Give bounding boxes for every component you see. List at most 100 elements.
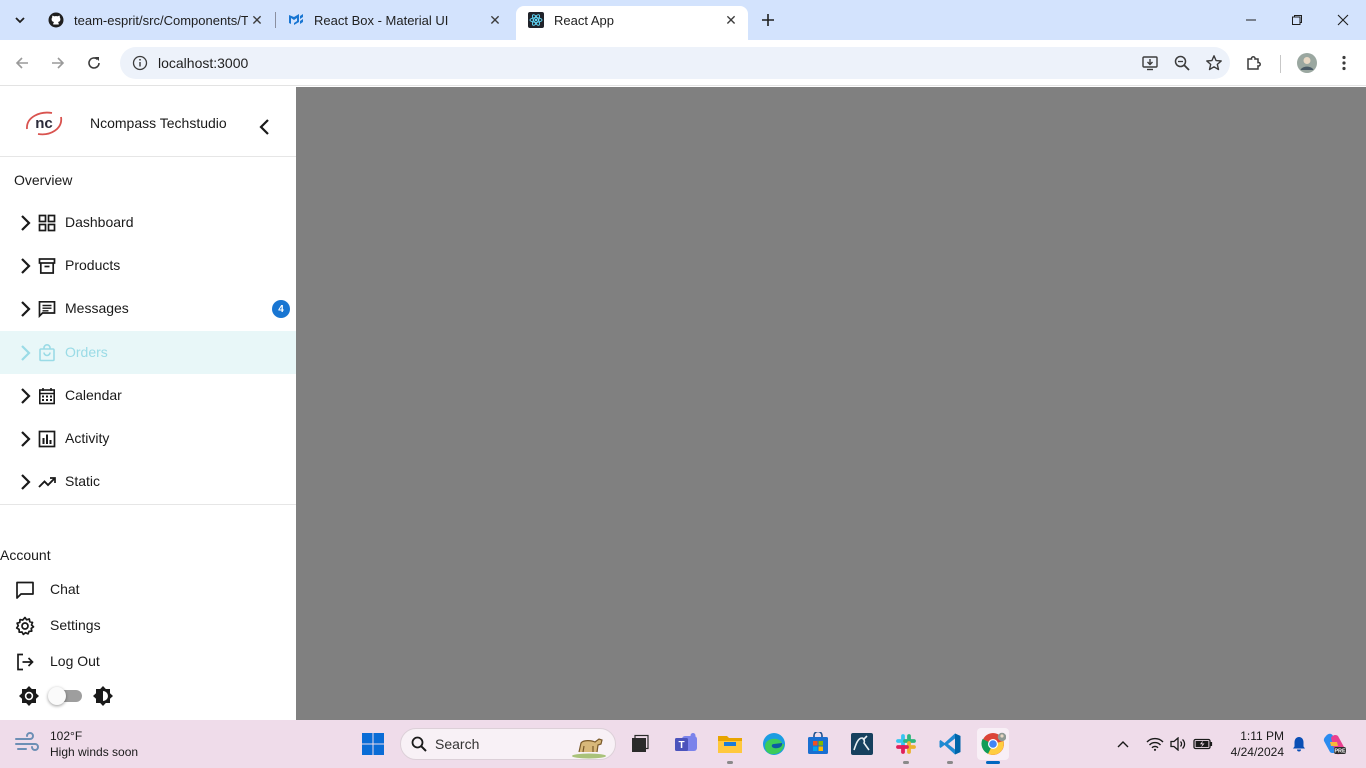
chat-bubble-icon	[15, 580, 35, 600]
nav-item-activity[interactable]: Activity	[0, 417, 296, 460]
teams-icon[interactable]: T	[670, 728, 702, 760]
running-indicator	[947, 761, 953, 764]
nav-item-messages[interactable]: Messages 4	[0, 287, 296, 330]
wifi-icon[interactable]	[1143, 728, 1167, 760]
slack-icon[interactable]	[890, 728, 922, 764]
microsoft-store-icon[interactable]	[802, 728, 834, 760]
windows-taskbar: 102°F High winds soon Search T 1:11 PM 4…	[0, 720, 1366, 768]
copilot-icon[interactable]: PRE	[1320, 728, 1348, 760]
taskbar-clock[interactable]: 1:11 PM 4/24/2024	[1222, 728, 1284, 760]
nav-item-static[interactable]: Static	[0, 460, 296, 503]
start-windows-icon[interactable]	[357, 728, 389, 760]
sidebar-drawer: nc Ncompass Techstudio Overview Dashboar…	[0, 87, 296, 720]
sidebar-brand: nc Ncompass Techstudio	[0, 87, 296, 157]
nav-item-label: Products	[65, 257, 121, 273]
taskbar-search-box[interactable]: Search	[400, 728, 616, 760]
chevron-right-icon	[15, 429, 35, 449]
edge-browser-icon[interactable]	[758, 728, 790, 760]
toolbar-divider	[1280, 55, 1281, 73]
vscode-icon[interactable]	[934, 728, 966, 764]
chevron-right-icon	[15, 343, 35, 363]
profile-avatar[interactable]	[1294, 50, 1320, 76]
url-text[interactable]: localhost:3000	[158, 55, 248, 71]
chevron-right-icon	[15, 256, 35, 276]
volume-speaker-icon[interactable]	[1167, 728, 1189, 760]
windy-weather-icon	[14, 731, 40, 758]
account-item-chat[interactable]: Chat	[0, 572, 296, 608]
account-section-title: Account	[0, 547, 51, 563]
sidebar-divider	[0, 504, 296, 505]
light-mode-sun-icon	[18, 685, 40, 707]
tab-react-app[interactable]: React App ✕	[516, 6, 748, 40]
minimize-window-icon[interactable]	[1228, 0, 1274, 40]
reload-icon[interactable]	[81, 50, 107, 76]
tab-search-chevron-icon[interactable]	[6, 6, 34, 34]
logout-icon	[15, 652, 35, 672]
nav-item-label: Activity	[65, 430, 110, 446]
nav-item-label: Dashboard	[65, 214, 134, 230]
nav-item-products[interactable]: Products	[0, 244, 296, 287]
theme-toggle-switch[interactable]	[48, 687, 82, 705]
dark-mode-icon	[92, 685, 114, 707]
show-hidden-icons-chevron-icon[interactable]	[1112, 728, 1134, 760]
taskbar-search-label: Search	[435, 736, 480, 752]
overview-section-title: Overview	[14, 172, 73, 188]
bar-chart-icon	[37, 429, 57, 449]
file-explorer-icon[interactable]	[714, 728, 746, 764]
nav-item-label: Static	[65, 473, 101, 489]
browser-toolbar: localhost:3000	[0, 40, 1366, 86]
account-item-label: Settings	[50, 617, 101, 633]
close-tab-icon[interactable]: ✕	[486, 11, 504, 29]
battery-charging-icon[interactable]	[1191, 728, 1215, 760]
nav-item-dashboard[interactable]: Dashboard	[0, 201, 296, 244]
dashboard-grid-icon	[37, 213, 57, 233]
task-view-icon[interactable]	[624, 728, 656, 760]
chevron-right-icon	[15, 386, 35, 406]
new-tab-plus-icon[interactable]	[756, 8, 780, 32]
bookmark-star-icon[interactable]	[1198, 54, 1230, 72]
zoom-icon[interactable]	[1166, 54, 1198, 72]
back-arrow-icon[interactable]	[9, 50, 35, 76]
archive-box-icon	[37, 256, 57, 276]
close-tab-icon[interactable]: ✕	[248, 11, 266, 29]
search-highlight-dog-icon	[569, 731, 609, 759]
chevron-right-icon	[15, 299, 35, 319]
site-info-icon[interactable]	[122, 55, 158, 71]
tab-material-ui[interactable]: React Box - Material UI ✕	[276, 6, 512, 34]
tab-github[interactable]: team-esprit/src/Components/T ✕	[36, 6, 274, 34]
react-icon	[528, 12, 544, 28]
brand-logo: nc	[18, 101, 70, 145]
theme-toggle-row	[0, 683, 296, 713]
install-app-icon[interactable]	[1134, 54, 1166, 72]
account-item-label: Chat	[50, 581, 80, 597]
weather-widget[interactable]: 102°F High winds soon	[14, 726, 138, 762]
close-window-icon[interactable]	[1320, 0, 1366, 40]
notification-bell-icon[interactable]	[1288, 728, 1310, 760]
mui-icon	[288, 12, 304, 28]
address-bar[interactable]: localhost:3000	[120, 47, 1230, 79]
github-icon	[48, 12, 64, 28]
switch-thumb[interactable]	[48, 687, 66, 705]
account-item-logout[interactable]: Log Out	[0, 644, 296, 680]
chevron-right-icon	[15, 213, 35, 233]
nav-item-calendar[interactable]: Calendar	[0, 374, 296, 417]
browser-menu-icon[interactable]	[1331, 50, 1357, 76]
page-backdrop-overlay[interactable]: nc Ncompass Techstudio Overview Dashboar…	[0, 87, 1366, 720]
calendar-icon	[37, 386, 57, 406]
account-item-settings[interactable]: Settings	[0, 608, 296, 644]
tab-title: team-esprit/src/Components/T	[74, 12, 248, 28]
forward-arrow-icon[interactable]	[45, 50, 71, 76]
running-indicator	[903, 761, 909, 764]
account-item-label: Log Out	[50, 653, 100, 669]
mysql-workbench-icon[interactable]	[846, 728, 878, 760]
restore-window-icon[interactable]	[1274, 0, 1320, 40]
svg-text:T: T	[678, 740, 684, 751]
svg-text:PRE: PRE	[1334, 749, 1346, 755]
extensions-puzzle-icon[interactable]	[1241, 50, 1267, 76]
collapse-chevron-left-icon[interactable]	[252, 115, 276, 139]
clock-time: 1:11 PM	[1240, 729, 1284, 743]
chrome-icon[interactable]	[977, 728, 1009, 764]
tab-title: React Box - Material UI	[314, 12, 449, 28]
close-tab-icon[interactable]: ✕	[722, 11, 740, 29]
nav-item-orders[interactable]: Orders	[0, 331, 296, 374]
